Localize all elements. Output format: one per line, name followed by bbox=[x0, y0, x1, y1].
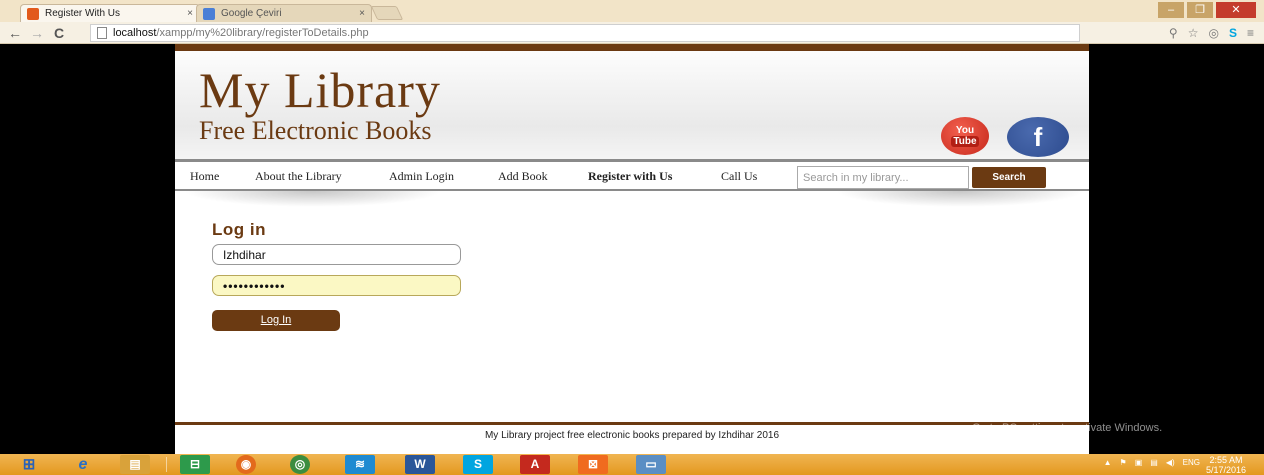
page-icon bbox=[97, 27, 107, 39]
file-explorer-icon[interactable]: ▤ bbox=[120, 455, 150, 474]
acrobat-icon[interactable]: A bbox=[520, 455, 550, 474]
youtube-label-you: You bbox=[955, 125, 975, 136]
close-tab-icon[interactable]: × bbox=[359, 5, 365, 23]
system-tray: ▲ ⚑ ▣ ▤ ◀) ENG bbox=[1104, 458, 1200, 467]
firefox-icon[interactable]: ◉ bbox=[236, 455, 256, 474]
remote-desktop-icon[interactable]: ▭ bbox=[636, 455, 666, 474]
store-icon[interactable]: ⊟ bbox=[180, 455, 210, 474]
url-path: /xampp/my%20library/registerToDetails.ph… bbox=[156, 27, 369, 39]
nav-home[interactable]: Home bbox=[190, 169, 219, 184]
new-tab-button[interactable] bbox=[370, 6, 404, 20]
network-icon[interactable]: ▤ bbox=[1150, 458, 1158, 467]
maximize-button[interactable]: ❐ bbox=[1187, 2, 1213, 18]
nav-admin-login[interactable]: Admin Login bbox=[389, 169, 454, 184]
login-heading: Log in bbox=[212, 220, 266, 239]
bookmark-star-icon[interactable]: ☆ bbox=[1188, 25, 1199, 41]
xampp-icon[interactable]: ⊠ bbox=[578, 455, 608, 474]
clock[interactable]: 2:55 AM 5/17/2016 bbox=[1206, 455, 1246, 475]
taskbar-separator bbox=[166, 457, 167, 472]
login-button[interactable]: Log In bbox=[212, 310, 340, 331]
browser-tab-strip: Register With Us × Google Çeviri × – ❐ ✕ bbox=[0, 0, 1264, 22]
wifi-icon[interactable]: ≋ bbox=[345, 455, 375, 474]
forward-arrow-icon[interactable]: → bbox=[30, 24, 44, 42]
nav-shadow-left bbox=[183, 191, 443, 207]
footer-text: My Library project free electronic books… bbox=[484, 430, 780, 441]
facebook-icon[interactable]: f bbox=[1007, 117, 1069, 157]
extension-icon[interactable]: ◎ bbox=[1208, 25, 1218, 41]
menu-icon[interactable]: ≡ bbox=[1247, 25, 1254, 41]
nav-about[interactable]: About the Library bbox=[255, 169, 342, 184]
language-indicator[interactable]: ENG bbox=[1183, 458, 1200, 467]
search-input[interactable] bbox=[797, 166, 969, 189]
site-nav: Home About the Library Admin Login Add B… bbox=[175, 159, 1089, 191]
minimize-button[interactable]: – bbox=[1158, 2, 1184, 18]
password-field[interactable] bbox=[212, 275, 461, 296]
tab-register-with-us[interactable]: Register With Us × bbox=[20, 4, 200, 22]
tab-label: Google Çeviri bbox=[221, 8, 282, 19]
clock-time: 2:55 AM bbox=[1209, 455, 1243, 465]
username-field[interactable] bbox=[212, 244, 461, 265]
clock-date: 5/17/2016 bbox=[1205, 465, 1246, 475]
footer-divider bbox=[175, 422, 1089, 425]
skype-extension-icon[interactable]: S bbox=[1229, 25, 1237, 41]
url-host: localhost bbox=[113, 27, 157, 39]
reload-icon[interactable]: C bbox=[54, 24, 64, 42]
youtube-label-tube: Tube bbox=[951, 136, 979, 147]
xampp-favicon-icon bbox=[27, 8, 39, 20]
site-subtitle: Free Electronic Books bbox=[199, 116, 432, 145]
top-accent-bar bbox=[175, 44, 1089, 51]
close-window-button[interactable]: ✕ bbox=[1216, 2, 1256, 18]
nav-register[interactable]: Register with Us bbox=[588, 169, 672, 184]
browser-toolbar: ← → C localhost/xampp/my%20library/regis… bbox=[0, 22, 1264, 44]
volume-icon[interactable]: ◀) bbox=[1166, 458, 1175, 467]
display-icon[interactable]: ▣ bbox=[1135, 458, 1143, 467]
location-icon[interactable]: ⚲ bbox=[1169, 25, 1178, 41]
site-banner: My Library Free Electronic Books You Tub… bbox=[175, 51, 1089, 159]
youtube-icon[interactable]: You Tube bbox=[941, 117, 989, 155]
action-center-icon[interactable]: ⚑ bbox=[1120, 458, 1127, 467]
tab-label: Register With Us bbox=[45, 8, 121, 19]
google-translate-favicon-icon bbox=[203, 8, 215, 20]
window-controls: – ❐ ✕ bbox=[1158, 2, 1256, 18]
windows-taskbar: ⊞ e ▤ ⊟ ◉ ◎ ≋ W S A ⊠ ▭ ▲ ⚑ ▣ ▤ ◀) ENG 2… bbox=[0, 454, 1264, 475]
internet-explorer-icon[interactable]: e bbox=[68, 455, 98, 474]
start-icon[interactable]: ⊞ bbox=[14, 455, 44, 474]
web-page: My Library Free Electronic Books You Tub… bbox=[175, 44, 1089, 454]
search-button[interactable]: Search bbox=[972, 167, 1046, 188]
watermark-subtitle: Go to PC settings to activate Windows. bbox=[972, 422, 1163, 434]
nav-call-us[interactable]: Call Us bbox=[721, 169, 757, 184]
activate-windows-watermark: Activate Windows Go to PC settings to ac… bbox=[972, 404, 1162, 434]
tray-expand-icon[interactable]: ▲ bbox=[1104, 458, 1112, 467]
close-tab-icon[interactable]: × bbox=[187, 5, 193, 23]
skype-icon[interactable]: S bbox=[463, 455, 493, 474]
back-arrow-icon[interactable]: ← bbox=[8, 24, 22, 42]
site-title: My Library bbox=[199, 62, 441, 118]
toolbar-icons: ⚲ ☆ ◎ S ≡ bbox=[1169, 25, 1254, 41]
word-icon[interactable]: W bbox=[405, 455, 435, 474]
address-bar[interactable]: localhost/xampp/my%20library/registerToD… bbox=[90, 24, 1080, 42]
nav-shadow-right bbox=[835, 191, 1085, 207]
chrome-icon[interactable]: ◎ bbox=[290, 455, 310, 474]
tab-google-ceviri[interactable]: Google Çeviri × bbox=[196, 4, 372, 22]
nav-add-book[interactable]: Add Book bbox=[498, 169, 548, 184]
watermark-title: Activate Windows bbox=[972, 404, 1083, 420]
